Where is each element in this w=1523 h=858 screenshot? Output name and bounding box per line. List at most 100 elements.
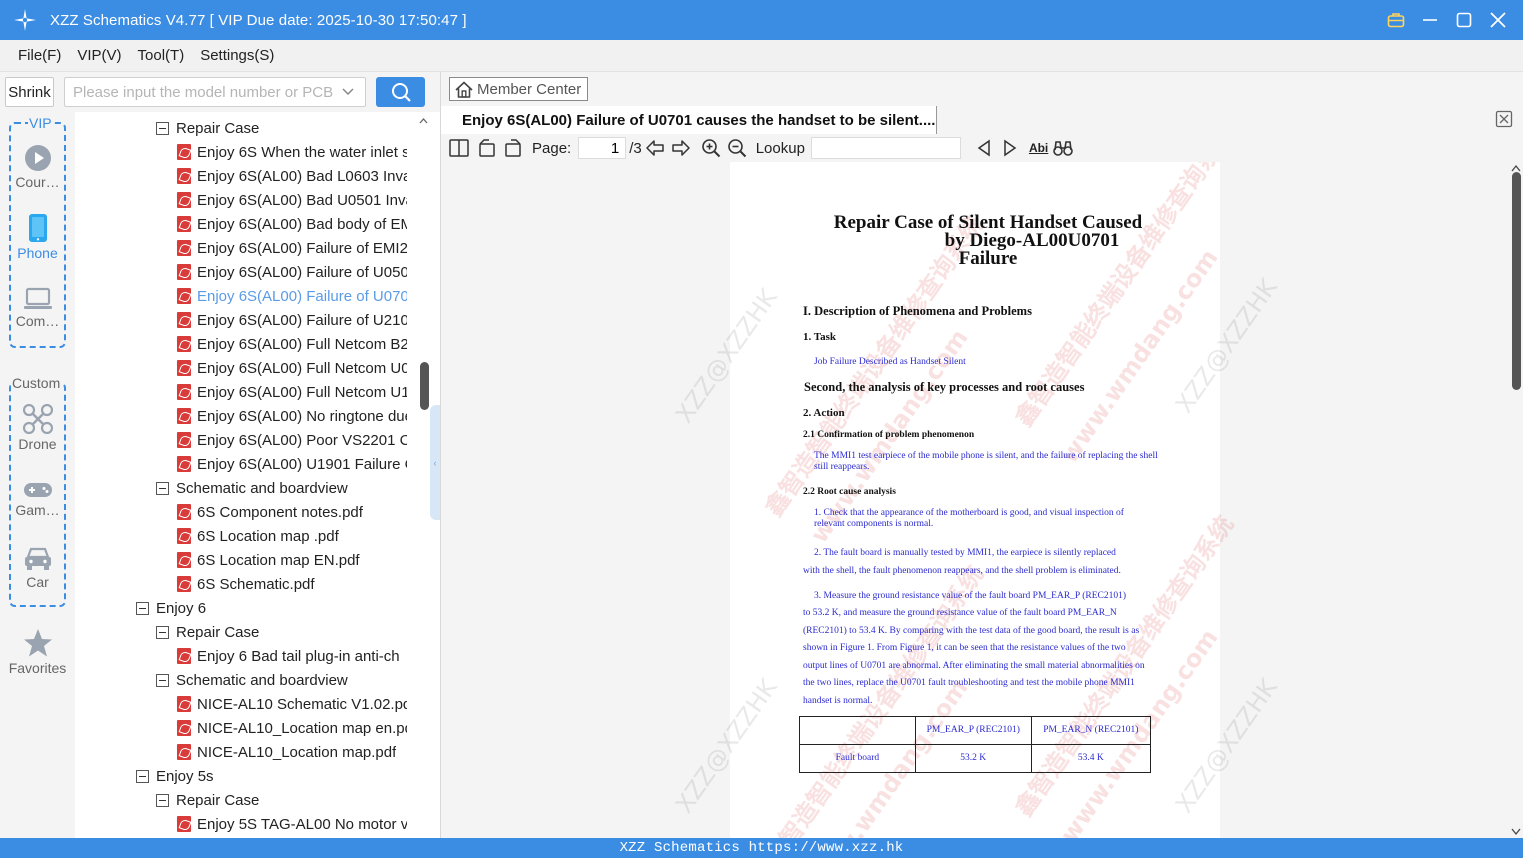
tree-item-label: Enjoy 6S(AL00) No ringtone due: [197, 407, 407, 425]
pdf-file-icon: [177, 648, 191, 664]
tree-file[interactable]: Enjoy 6S(AL00) Full Netcom B22: [177, 332, 407, 356]
close-button[interactable]: [1487, 9, 1509, 31]
menu-file[interactable]: File(F): [18, 47, 61, 64]
scroll-down-icon[interactable]: [1511, 828, 1521, 836]
collapse-toggle-icon[interactable]: [156, 625, 169, 639]
pdf-list-item: 2. The fault board is manually tested by…: [814, 548, 1116, 558]
find-previous-button[interactable]: [973, 137, 995, 159]
model-search-field[interactable]: [64, 77, 366, 107]
pdf-viewer[interactable]: XZZ@XZZHK XZZ@XZZHK XZZ@XZZHK XZZ@XZZHK …: [441, 162, 1523, 838]
collapse-toggle-icon[interactable]: [156, 793, 169, 807]
category-game[interactable]: Gam…: [0, 480, 75, 518]
scroll-up-icon[interactable]: [1511, 164, 1521, 172]
tree-file[interactable]: Enjoy 6S(AL00) No ringtone due: [177, 404, 407, 428]
category-computer[interactable]: Com…: [0, 287, 75, 329]
rotate-right-button[interactable]: [502, 137, 524, 159]
tree-file[interactable]: 6S Location map EN.pdf: [177, 548, 360, 572]
collapse-toggle-icon[interactable]: [156, 673, 169, 687]
tree-folder[interactable]: Repair Case: [156, 788, 259, 812]
page-number-input[interactable]: [578, 137, 627, 159]
collapse-toggle-icon[interactable]: [156, 121, 169, 135]
category-courses[interactable]: Cour…: [0, 144, 75, 190]
minimize-button[interactable]: [1419, 9, 1441, 31]
scroll-up-icon[interactable]: [417, 114, 430, 128]
maximize-button[interactable]: [1453, 9, 1475, 31]
model-search-input[interactable]: [73, 83, 335, 101]
tree-file[interactable]: Enjoy 6S(AL00) Full Netcom U11: [177, 380, 407, 404]
category-drone[interactable]: Drone: [0, 404, 75, 452]
tree-file[interactable]: NICE-AL10_Location map en.pd: [177, 716, 407, 740]
pdf-file-icon: [177, 384, 191, 400]
tree-item-label: Enjoy 6S(AL00) Full Netcom U07: [197, 359, 407, 377]
tree-file[interactable]: Enjoy 6S(AL00) Bad body of EM: [177, 212, 407, 236]
menu-settings[interactable]: Settings(S): [200, 47, 274, 64]
category-favorites[interactable]: Favorites: [0, 628, 75, 676]
search-button[interactable]: [376, 77, 425, 107]
tree-file[interactable]: Enjoy 6S(AL00) Failure of U0501: [177, 260, 407, 284]
document-tab[interactable]: Enjoy 6S(AL00) Failure of U0701 causes t…: [441, 106, 937, 134]
window-title: XZZ Schematics V4.77 [ VIP Due date: 202…: [50, 11, 467, 29]
tree-file[interactable]: NICE-AL10 Schematic V1.02.pdf: [177, 692, 407, 716]
rotate-left-button[interactable]: [476, 137, 498, 159]
play-icon: [24, 145, 51, 171]
car-icon: [24, 547, 51, 570]
tree-file[interactable]: 6S Location map .pdf: [177, 524, 339, 548]
tree-folder[interactable]: Schematic and boardview: [156, 476, 348, 500]
tree-file[interactable]: 6S Schematic.pdf: [177, 572, 315, 596]
pdf-title-line: Failure: [958, 248, 1018, 269]
tree-file[interactable]: Enjoy 6S(AL00) Bad U0501 Inval: [177, 188, 407, 212]
member-center-button[interactable]: Member Center: [449, 77, 588, 101]
tree-file[interactable]: Enjoy 6S When the water inlet s: [177, 140, 407, 164]
tree-folder[interactable]: Enjoy 6: [136, 596, 206, 620]
pdf-file-icon: [177, 168, 191, 184]
find-next-button[interactable]: [999, 137, 1021, 159]
tree-folder[interactable]: Enjoy 5s: [136, 764, 214, 788]
tree-item-label: NICE-AL10_Location map.pdf: [197, 743, 397, 761]
triangle-right-icon: [1004, 139, 1017, 157]
vip-badge-icon[interactable]: [1385, 9, 1407, 31]
tree-scrollbar-thumb[interactable]: [420, 362, 429, 410]
shrink-button[interactable]: Shrink: [5, 77, 54, 107]
tree-folder[interactable]: Schematic and boardview: [156, 668, 348, 692]
tree-scrollbar[interactable]: [417, 112, 430, 838]
tree-file[interactable]: Enjoy 6S(AL00) Bad L0603 Invali: [177, 164, 407, 188]
category-label: Drone: [18, 436, 57, 452]
tree-item-label: NICE-AL10_Location map en.pd: [197, 719, 407, 737]
tree-folder[interactable]: Repair Case: [156, 620, 259, 644]
category-label: Gam…: [15, 502, 60, 518]
category-phone[interactable]: Phone: [0, 213, 75, 261]
tree-file[interactable]: Enjoy 6S(AL00) Poor VS2201 Ca: [177, 428, 407, 452]
zoom-out-button[interactable]: [726, 137, 748, 159]
menu-tool[interactable]: Tool(T): [138, 47, 185, 64]
table-header-cell: [799, 716, 916, 745]
find-all-button[interactable]: [1052, 137, 1074, 159]
tree-file[interactable]: Enjoy 5S TAG-AL00 No motor vi: [177, 812, 407, 836]
tree-file[interactable]: Enjoy 6S(AL00) Failure of EMI24: [177, 236, 407, 260]
tree-file[interactable]: Enjoy 6S(AL00) Failure of U0701: [177, 284, 407, 308]
collapse-toggle-icon[interactable]: [136, 601, 149, 615]
tree-file[interactable]: Enjoy 6S(AL00) U1901 Failure Ca: [177, 452, 407, 476]
collapse-panel-handle[interactable]: ‹: [430, 405, 440, 520]
chevron-down-icon[interactable]: [341, 85, 355, 103]
watermark-text: XZZ@XZZHK: [670, 283, 783, 429]
tree-file[interactable]: 6S Component notes.pdf: [177, 500, 363, 524]
app-logo-icon: [13, 8, 37, 32]
tree-file[interactable]: Enjoy 6 Bad tail plug-in anti-ch: [177, 644, 400, 668]
zoom-in-button[interactable]: [700, 137, 722, 159]
category-sidebar: VIP Custom Cour… Phone Com… Drone Gam… C…: [0, 112, 75, 838]
match-case-button[interactable]: Abi: [1029, 141, 1048, 155]
menu-vip[interactable]: VIP(V): [77, 47, 121, 64]
pdf-scrollbar-thumb[interactable]: [1512, 172, 1521, 390]
previous-page-button[interactable]: [644, 137, 666, 159]
collapse-toggle-icon[interactable]: [136, 769, 149, 783]
tree-file[interactable]: NICE-AL10_Location map.pdf: [177, 740, 396, 764]
close-tab-button[interactable]: [1495, 110, 1513, 128]
tree-file[interactable]: Enjoy 6S(AL00) Full Netcom U07: [177, 356, 407, 380]
toggle-sidebar-button[interactable]: [448, 137, 470, 159]
collapse-toggle-icon[interactable]: [156, 481, 169, 495]
next-page-button[interactable]: [670, 137, 692, 159]
tree-folder[interactable]: Repair Case: [156, 116, 259, 140]
category-car[interactable]: Car: [0, 546, 75, 590]
tree-file[interactable]: Enjoy 6S(AL00) Failure of U2101: [177, 308, 407, 332]
lookup-input[interactable]: [810, 137, 961, 159]
